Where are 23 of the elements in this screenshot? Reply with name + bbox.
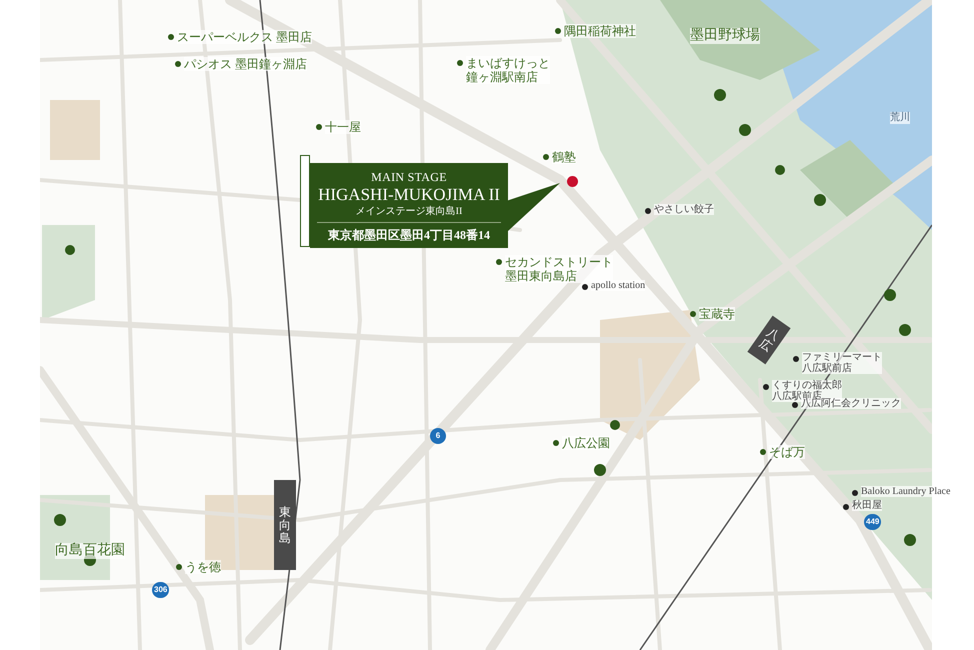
place-label: 八広公園 xyxy=(562,436,610,450)
place-label: パシオス 墨田鐘ヶ淵店 xyxy=(184,57,307,71)
place-label: Baloko Laundry Place xyxy=(861,486,950,497)
station-label: 東向島 xyxy=(274,480,296,570)
panel-title: MAIN STAGE xyxy=(371,170,447,184)
place-label: 荒川 xyxy=(890,112,910,124)
place-label: そば万 xyxy=(769,445,805,459)
place-label: 向島百花園 xyxy=(55,543,125,559)
place-label: やさしい餃子 xyxy=(654,204,714,215)
place-label: スーパーベルクス 墨田店 xyxy=(177,30,312,44)
place-label: ファミリーマート 八広駅前店 xyxy=(802,352,882,374)
property-address: 東京都墨田区墨田4丁目48番14 xyxy=(328,228,490,242)
place-label: 墨田野球場 xyxy=(690,28,760,44)
place-label: まいばすけっと 鐘ヶ淵駅南店 xyxy=(466,56,550,84)
property-subtitle: メインステージ東向島II xyxy=(356,206,462,218)
place-label: 鶴塾 xyxy=(552,150,576,164)
place-label: 宝蔵寺 xyxy=(699,307,735,321)
place-label: apollo station xyxy=(591,280,646,291)
place-label: うを徳 xyxy=(185,560,221,574)
place-label: 十一屋 xyxy=(325,120,361,134)
place-label: 秋田屋 xyxy=(852,500,882,511)
property-name: HIGASHI-MUKOJIMA II xyxy=(318,184,500,206)
place-label: 隅田稲荷神社 xyxy=(564,24,636,38)
